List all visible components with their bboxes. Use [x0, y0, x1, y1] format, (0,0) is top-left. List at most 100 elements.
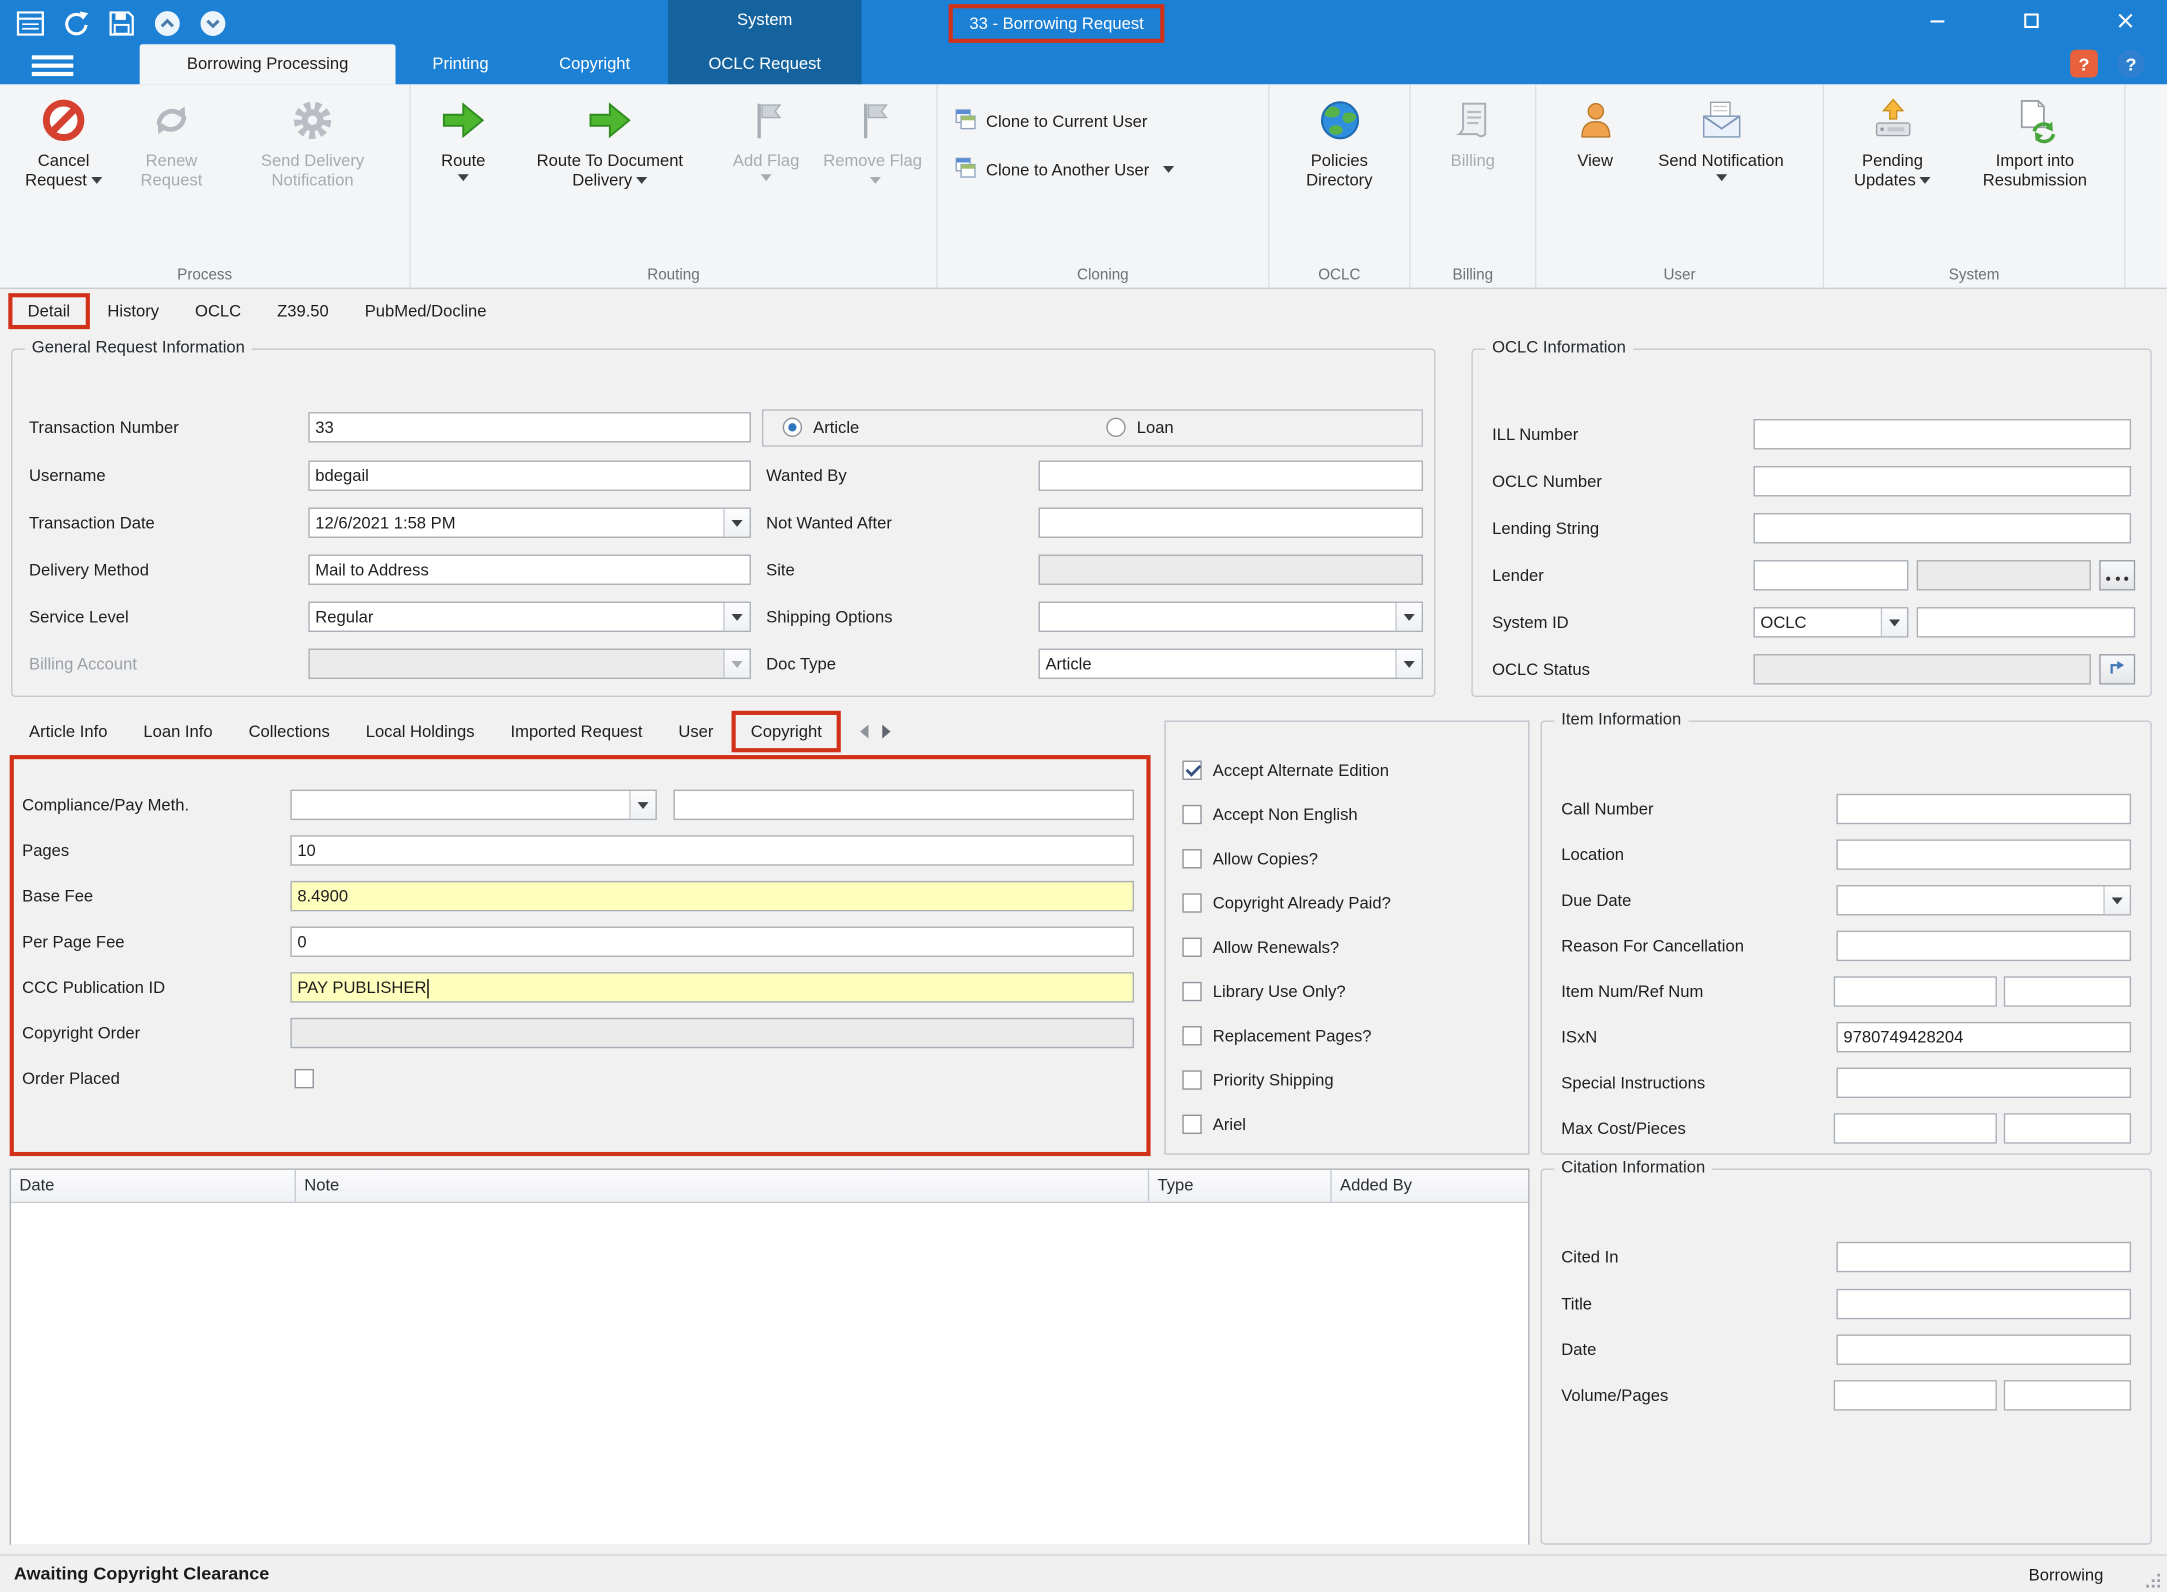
library-use-only-checkbox[interactable] — [1182, 982, 1201, 1001]
dropdown-arrow-icon[interactable] — [723, 603, 749, 631]
clone-to-current-user-button[interactable]: Clone to Current User — [946, 104, 1260, 139]
context-tab-system[interactable]: System — [668, 10, 862, 29]
tab-oclc[interactable]: OCLC — [177, 293, 259, 329]
system-id-field-2[interactable] — [1917, 607, 2135, 637]
hamburger-menu-button[interactable] — [22, 51, 83, 79]
compliance-pay-meth-field-2[interactable] — [673, 790, 1134, 820]
help-orange-icon[interactable]: ? — [2070, 50, 2098, 78]
max-cost-field[interactable] — [1834, 1113, 1997, 1143]
cited-in-field[interactable] — [1836, 1242, 2131, 1272]
policies-directory-button[interactable]: Policies Directory — [1278, 90, 1400, 241]
notes-column-type[interactable]: Type — [1149, 1170, 1332, 1202]
remove-flag-button[interactable]: Remove Flag — [819, 90, 927, 241]
copyright-already-paid-checkbox[interactable] — [1182, 893, 1201, 912]
item-num-field[interactable] — [1834, 976, 1997, 1006]
compliance-pay-meth-combo[interactable] — [290, 790, 656, 820]
tab-detail[interactable]: Detail — [8, 293, 89, 329]
billing-button[interactable]: Billing — [1422, 90, 1524, 241]
lending-string-field[interactable] — [1754, 513, 2132, 543]
notes-column-date[interactable]: Date — [11, 1170, 296, 1202]
loan-radio[interactable] — [1106, 418, 1125, 437]
doc-type-combo[interactable]: Article — [1039, 649, 1423, 679]
special-instructions-field[interactable] — [1836, 1068, 2131, 1098]
call-number-field[interactable] — [1836, 794, 2131, 824]
priority-shipping-checkbox[interactable] — [1182, 1070, 1201, 1089]
order-placed-checkbox[interactable] — [295, 1069, 314, 1088]
ribbon-tab-printing[interactable]: Printing — [409, 44, 511, 84]
delivery-method-field[interactable]: Mail to Address — [308, 555, 751, 585]
send-notification-button[interactable]: Send Notification — [1637, 90, 1806, 241]
system-id-combo[interactable]: OCLC — [1754, 607, 1909, 637]
shipping-options-combo[interactable] — [1039, 602, 1423, 632]
expand-down-icon[interactable] — [196, 7, 229, 40]
subtab-scroll-right-icon[interactable] — [883, 725, 891, 739]
oclc-status-action-button[interactable] — [2099, 654, 2135, 684]
tab-history[interactable]: History — [89, 293, 177, 329]
pages-field[interactable]: 10 — [290, 835, 1134, 865]
ribbon-tab-copyright[interactable]: Copyright — [545, 44, 645, 84]
maximize-button[interactable] — [2001, 0, 2062, 41]
notes-table-body[interactable] — [11, 1203, 1528, 1545]
close-button[interactable] — [2095, 0, 2156, 41]
ribbon-tab-borrowing-processing[interactable]: Borrowing Processing — [140, 44, 396, 84]
isxn-field[interactable]: 9780749428204 — [1836, 1022, 2131, 1052]
route-button[interactable]: Route — [420, 90, 506, 241]
base-fee-field[interactable]: 8.4900 — [290, 881, 1134, 911]
renew-request-button[interactable]: Renew Request — [116, 90, 227, 241]
notes-column-note[interactable]: Note — [296, 1170, 1149, 1202]
oclc-number-field[interactable] — [1754, 466, 2132, 496]
allow-copies-checkbox[interactable] — [1182, 849, 1201, 868]
accept-non-english-checkbox[interactable] — [1182, 805, 1201, 824]
dropdown-arrow-icon[interactable] — [629, 791, 655, 819]
subtab-user[interactable]: User — [660, 711, 731, 752]
cited-title-field[interactable] — [1836, 1289, 2131, 1319]
dropdown-arrow-icon[interactable] — [2103, 886, 2129, 914]
transaction-date-combo[interactable]: 12/6/2021 1:58 PM — [308, 508, 751, 538]
allow-renewals-checkbox[interactable] — [1182, 938, 1201, 957]
pieces-field[interactable] — [2004, 1113, 2131, 1143]
location-field[interactable] — [1836, 839, 2131, 869]
pages-cited-field[interactable] — [2004, 1380, 2131, 1410]
ccc-publication-id-field[interactable]: PAY PUBLISHER — [290, 972, 1134, 1002]
dropdown-arrow-icon[interactable] — [1395, 650, 1421, 678]
pending-updates-button[interactable]: Pending Updates — [1832, 90, 1954, 241]
add-flag-button[interactable]: Add Flag — [714, 90, 819, 241]
oclc-status-field[interactable] — [1754, 654, 2091, 684]
ribbon-tab-oclc-request[interactable]: OCLC Request — [668, 44, 862, 84]
subtab-collections[interactable]: Collections — [231, 711, 348, 752]
ill-number-field[interactable] — [1754, 419, 2132, 449]
minimize-button[interactable] — [1907, 0, 1968, 41]
username-field[interactable]: bdegail — [308, 461, 751, 491]
due-date-combo[interactable] — [1836, 885, 2131, 915]
accept-alternate-edition-checkbox[interactable] — [1182, 761, 1201, 780]
volume-field[interactable] — [1834, 1380, 1997, 1410]
lender-field[interactable] — [1754, 560, 1909, 590]
resize-grip[interactable] — [2143, 1571, 2161, 1589]
wanted-by-field[interactable] — [1039, 461, 1423, 491]
help-blue-icon[interactable]: ? — [2117, 50, 2145, 78]
report-icon[interactable] — [14, 7, 47, 40]
cited-date-field[interactable] — [1836, 1334, 2131, 1364]
subtab-imported-request[interactable]: Imported Request — [493, 711, 661, 752]
copyright-order-field[interactable] — [290, 1018, 1134, 1048]
dropdown-arrow-icon[interactable] — [1881, 608, 1907, 636]
clone-to-another-user-button[interactable]: Clone to Another User — [946, 152, 1260, 187]
send-delivery-notification-button[interactable]: Send Delivery Notification — [227, 90, 398, 241]
article-radio[interactable] — [783, 418, 802, 437]
billing-account-combo[interactable] — [308, 649, 751, 679]
save-icon[interactable] — [105, 7, 138, 40]
subtab-local-holdings[interactable]: Local Holdings — [348, 711, 493, 752]
per-page-fee-field[interactable]: 0 — [290, 927, 1134, 957]
subtab-article-info[interactable]: Article Info — [11, 711, 125, 752]
subtab-scroll-left-icon[interactable] — [861, 725, 869, 739]
subtab-loan-info[interactable]: Loan Info — [125, 711, 230, 752]
lender-field-2[interactable] — [1917, 560, 2091, 590]
dropdown-arrow-icon[interactable] — [1395, 603, 1421, 631]
replacement-pages-checkbox[interactable] — [1182, 1026, 1201, 1045]
notes-column-added-by[interactable]: Added By — [1332, 1170, 1528, 1202]
collapse-up-icon[interactable] — [151, 7, 184, 40]
cancel-request-button[interactable]: Cancel Request — [11, 90, 116, 241]
import-into-resubmission-button[interactable]: Import into Resubmission — [1953, 90, 2116, 241]
ariel-checkbox[interactable] — [1182, 1115, 1201, 1134]
view-user-button[interactable]: View — [1554, 90, 1637, 241]
